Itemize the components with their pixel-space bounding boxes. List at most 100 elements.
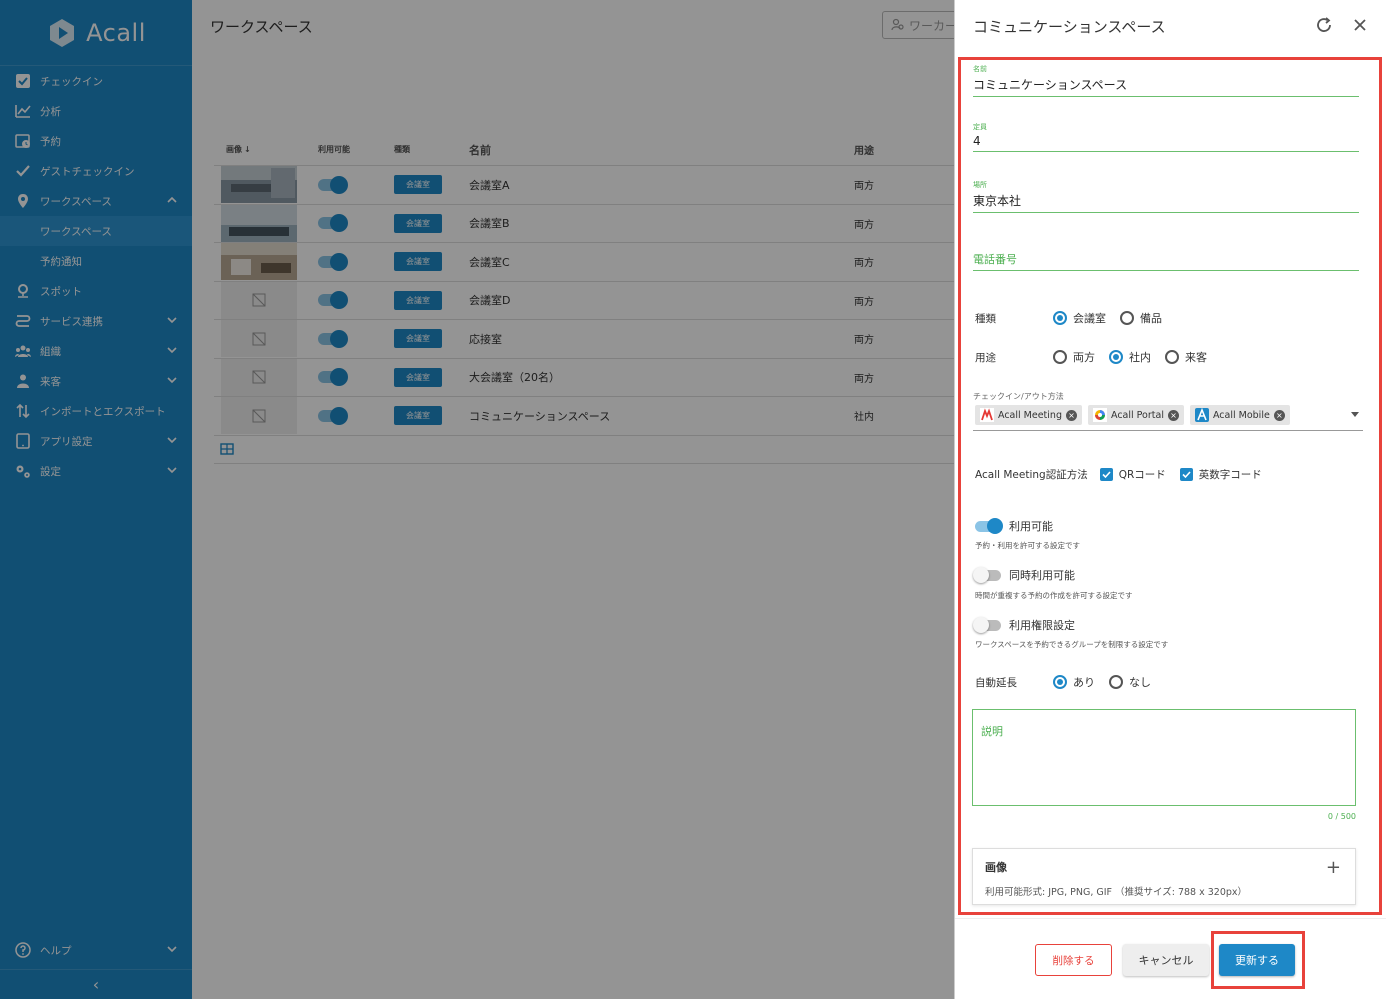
available-toggle[interactable] bbox=[318, 368, 348, 387]
grid-view-icon[interactable] bbox=[220, 442, 234, 456]
available-toggle[interactable] bbox=[318, 291, 348, 310]
sidebar-item-reservation[interactable]: 予約 bbox=[0, 126, 192, 156]
simultaneous-switch[interactable] bbox=[973, 566, 1001, 583]
sidebar-collapse-button[interactable]: ‹ bbox=[0, 969, 192, 999]
sidebar-item-service-integration[interactable]: サービス連携 bbox=[0, 306, 192, 336]
available-toggle[interactable] bbox=[318, 175, 348, 194]
chip-remove-icon[interactable]: × bbox=[1273, 409, 1285, 421]
image-panel[interactable]: 画像 利用可能形式: JPG, PNG, GIF （推奨サイズ: 788 x 3… bbox=[972, 848, 1356, 905]
sidebar-item-settings[interactable]: 設定 bbox=[0, 456, 192, 486]
location-input[interactable]: 東京本社 bbox=[973, 190, 1359, 213]
auto-extend-radio-group: 自動延長 あり なし bbox=[975, 674, 1165, 690]
alnum-code-checkbox[interactable] bbox=[1179, 468, 1193, 481]
column-header-use[interactable]: 用途 bbox=[854, 142, 934, 157]
available-switch[interactable] bbox=[975, 517, 1003, 534]
phone-input[interactable]: 電話番号 bbox=[973, 251, 1359, 271]
available-toggle[interactable] bbox=[318, 329, 348, 348]
capacity-field[interactable]: 定員 4 bbox=[973, 122, 1359, 152]
row-use: 両方 bbox=[854, 181, 874, 193]
qr-code-checkbox[interactable] bbox=[1099, 468, 1113, 481]
sidebar-item-import-export[interactable]: インポートとエクスポート bbox=[0, 396, 192, 426]
type-badge: 会議室 bbox=[394, 213, 442, 233]
chip-acall-mobile[interactable]: Acall Mobile × bbox=[1189, 405, 1290, 425]
table-row[interactable]: 会議室 大会議室（20名） 両方 bbox=[214, 358, 954, 397]
refresh-button[interactable] bbox=[1313, 14, 1335, 36]
purpose-option-both[interactable]: 両方 bbox=[1053, 349, 1095, 365]
name-field[interactable]: 名前 コミュニケーションスペース bbox=[973, 64, 1359, 97]
phone-field[interactable]: 電話番号 bbox=[973, 251, 1359, 271]
table-row[interactable]: 会議室 コミュニケーションスペース 社内 bbox=[214, 397, 954, 436]
auto-extend-option-no[interactable]: なし bbox=[1109, 674, 1151, 690]
purpose-label: 用途 bbox=[975, 351, 996, 364]
name-label: 名前 bbox=[973, 65, 987, 73]
check-icon bbox=[1182, 471, 1191, 479]
column-header-type[interactable]: 種類 bbox=[394, 144, 469, 155]
spot-pin-icon bbox=[14, 282, 32, 300]
sidebar-item-workspace[interactable]: ワークスペース bbox=[0, 186, 192, 216]
sidebar-item-app-settings[interactable]: アプリ設定 bbox=[0, 426, 192, 456]
sidebar-item-help[interactable]: ヘルプ bbox=[0, 935, 192, 965]
column-header-name[interactable]: 名前 bbox=[469, 142, 854, 158]
auto-extend-option-yes[interactable]: あり bbox=[1053, 674, 1095, 690]
row-name: 応接室 bbox=[469, 332, 502, 346]
type-badge: 会議室 bbox=[394, 175, 442, 195]
purpose-option-internal[interactable]: 社内 bbox=[1109, 349, 1151, 365]
auto-extend-label: 自動延長 bbox=[975, 676, 1017, 689]
chip-acall-portal[interactable]: Acall Portal × bbox=[1087, 405, 1184, 425]
capacity-input[interactable]: 4 bbox=[973, 132, 1359, 152]
delete-button[interactable]: 削除する bbox=[1035, 944, 1112, 976]
acall-meeting-icon bbox=[980, 408, 994, 422]
sidebar-item-label: ワークスペース bbox=[40, 225, 112, 238]
sidebar-item-analytics[interactable]: 分析 bbox=[0, 96, 192, 126]
calendar-clock-icon bbox=[14, 132, 32, 150]
sidebar-item-checkin[interactable]: チェックイン bbox=[0, 66, 192, 96]
sidebar-item-guest-checkin[interactable]: ゲストチェックイン bbox=[0, 156, 192, 186]
available-toggle[interactable] bbox=[318, 214, 348, 233]
simultaneous-switch-hint: 時間が重複する予約の作成を許可する設定です bbox=[975, 591, 1133, 600]
kind-option-equipment[interactable]: 備品 bbox=[1120, 310, 1162, 326]
description-textarea[interactable]: 説明 bbox=[972, 709, 1356, 806]
available-toggle[interactable] bbox=[318, 252, 348, 271]
table-row[interactable]: 会議室 会議室A 両方 bbox=[214, 166, 954, 205]
group-icon bbox=[14, 342, 32, 360]
name-input[interactable]: コミュニケーションスペース bbox=[973, 74, 1359, 97]
column-header-image[interactable]: 画像 ↓ bbox=[214, 134, 304, 165]
sidebar-subitem-workspace[interactable]: ワークスペース bbox=[0, 216, 192, 246]
table-row[interactable]: 会議室 会議室C 両方 bbox=[214, 243, 954, 282]
chevron-left-icon: ‹ bbox=[92, 975, 100, 994]
dropdown-arrow-icon[interactable] bbox=[1351, 412, 1359, 417]
sidebar-item-label: ワークスペース bbox=[40, 195, 112, 208]
sidebar-item-organization[interactable]: 組織 bbox=[0, 336, 192, 366]
sidebar-subitem-reservation-notice[interactable]: 予約通知 bbox=[0, 246, 192, 276]
sidebar-item-label: インポートとエクスポート bbox=[40, 405, 166, 418]
search-placeholder: ワーカー bbox=[909, 18, 958, 33]
kind-option-meeting-room[interactable]: 会議室 bbox=[1053, 310, 1106, 326]
chip-acall-meeting[interactable]: Acall Meeting × bbox=[975, 405, 1082, 425]
sidebar-item-visitor[interactable]: 来客 bbox=[0, 366, 192, 396]
capacity-label: 定員 bbox=[973, 123, 987, 131]
room-photo bbox=[221, 166, 297, 204]
table-row[interactable]: 会議室 応接室 両方 bbox=[214, 320, 954, 359]
location-field[interactable]: 場所 東京本社 bbox=[973, 180, 1359, 213]
radio-checked-icon bbox=[1109, 350, 1123, 364]
table-row[interactable]: 会議室 会議室B 両方 bbox=[214, 204, 954, 243]
sidebar-item-label: 組織 bbox=[40, 345, 61, 358]
chip-remove-icon[interactable]: × bbox=[1065, 409, 1077, 421]
logo[interactable]: Acall bbox=[0, 0, 192, 66]
checkbox-icon bbox=[14, 72, 32, 90]
cancel-button[interactable]: キャンセル bbox=[1123, 944, 1209, 976]
checkin-method-chips[interactable]: Acall Meeting × Acall Portal × Acall Mob… bbox=[973, 402, 1363, 431]
close-button[interactable] bbox=[1349, 14, 1371, 36]
column-header-available[interactable]: 利用可能 bbox=[304, 144, 394, 155]
update-button[interactable]: 更新する bbox=[1219, 944, 1295, 976]
room-photo bbox=[221, 243, 297, 281]
purpose-option-visitor[interactable]: 来客 bbox=[1165, 349, 1207, 365]
checkin-method-select[interactable]: チェックイン/アウト方法 Acall Meeting × Acall Porta… bbox=[973, 391, 1363, 431]
sidebar-item-spot[interactable]: スポット bbox=[0, 276, 192, 306]
chip-remove-icon[interactable]: × bbox=[1167, 409, 1179, 421]
permission-switch[interactable] bbox=[973, 616, 1001, 633]
plus-icon[interactable]: + bbox=[1326, 857, 1341, 878]
sidebar-item-label: 予約 bbox=[40, 135, 61, 148]
available-toggle[interactable] bbox=[318, 406, 348, 425]
table-row[interactable]: 会議室 会議室D 両方 bbox=[214, 281, 954, 320]
